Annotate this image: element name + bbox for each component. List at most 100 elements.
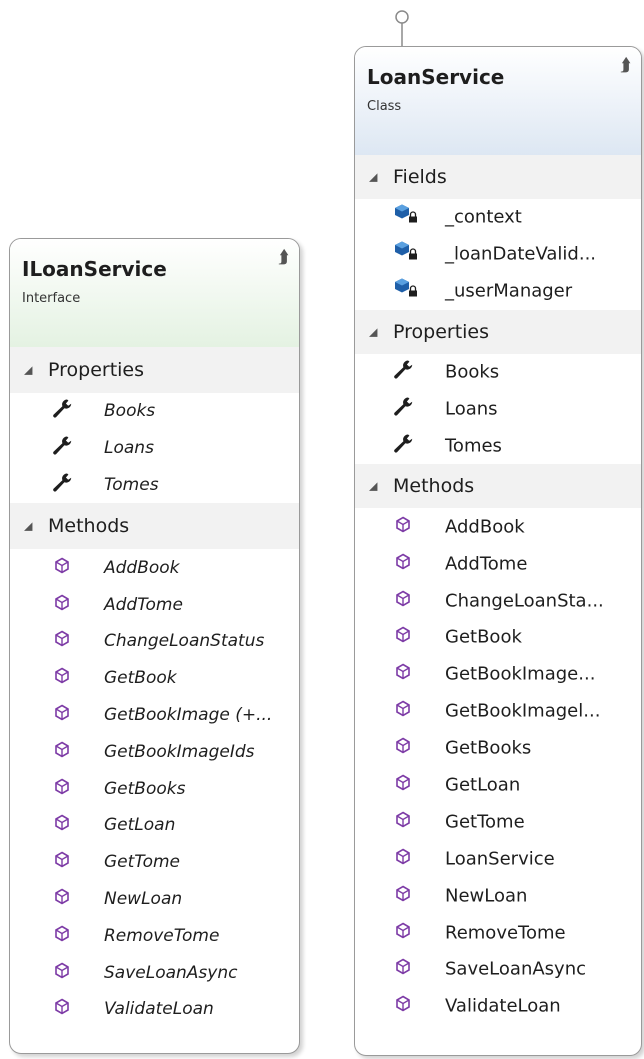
interface-header[interactable]: ILoanService Interface ⮭ <box>10 239 299 347</box>
method-icon <box>54 594 70 615</box>
member-name: _loanDateValid... <box>445 243 597 265</box>
class-section-properties[interactable]: ◢ Properties <box>355 309 641 354</box>
section-label: Properties <box>48 359 145 381</box>
interface-member-row[interactable]: GetBooks <box>10 770 299 807</box>
member-name: GetLoan <box>445 774 521 796</box>
interface-section-properties[interactable]: ◢ Properties <box>10 347 299 393</box>
member-name: _context <box>445 206 522 228</box>
method-icon <box>395 553 411 574</box>
wrench-icon <box>52 399 74 424</box>
class-member-row[interactable]: _loanDateValid... <box>355 236 641 273</box>
class-section-methods[interactable]: ◢ Methods <box>355 464 641 509</box>
interface-member-row[interactable]: AddBook <box>10 549 299 586</box>
interface-member-row[interactable]: AddTome <box>10 586 299 623</box>
member-name: AddBook <box>104 557 180 578</box>
interface-member-row[interactable]: GetBookImageIds <box>10 733 299 770</box>
class-member-row[interactable]: Tomes <box>355 427 641 464</box>
class-name: LoanService <box>367 65 505 89</box>
method-icon <box>54 814 70 836</box>
class-member-row[interactable]: NewLoan <box>355 877 641 914</box>
class-member-row[interactable]: GetBook <box>355 619 641 656</box>
method-icon <box>395 700 411 722</box>
member-name: GetBookImage (+... <box>104 704 273 725</box>
class-section-fields[interactable]: ◢ Fields <box>355 155 641 199</box>
method-icon <box>395 774 411 796</box>
interface-member-row[interactable]: SaveLoanAsync <box>10 954 299 991</box>
class-member-row[interactable]: AddBook <box>355 508 641 545</box>
interface-member-row[interactable]: GetBookImage (+... <box>10 697 299 734</box>
member-name: ValidateLoan <box>104 999 214 1020</box>
interface-member-row[interactable]: GetLoan <box>10 807 299 844</box>
class-member-row[interactable]: LoanService <box>355 840 641 877</box>
class-member-row[interactable]: ValidateLoan <box>355 988 641 1025</box>
class-member-row[interactable]: GetBookImagel... <box>355 693 641 730</box>
class-box-loanservice[interactable]: LoanService Class ⮭ ◢ Fields _context _loan… <box>354 46 642 1056</box>
collapse-chevron-icon[interactable]: ⮭ <box>278 249 289 267</box>
member-name: GetTome <box>445 811 525 833</box>
class-member-row[interactable]: ChangeLoanSta... <box>355 582 641 619</box>
expand-triangle-icon[interactable]: ◢ <box>24 364 32 377</box>
class-member-row[interactable]: _context <box>355 199 641 236</box>
class-member-row[interactable]: Books <box>355 354 641 391</box>
interface-lollipop-icon <box>395 10 409 48</box>
member-name: GetBooks <box>104 778 186 799</box>
class-member-row[interactable]: GetTome <box>355 803 641 840</box>
method-icon <box>54 778 70 799</box>
interface-box-iloanservice[interactable]: ILoanService Interface ⮭ ◢ Properties Book… <box>9 238 300 1054</box>
method-icon <box>395 848 411 869</box>
private-field-icon <box>393 241 419 268</box>
expand-triangle-icon[interactable]: ◢ <box>24 520 32 533</box>
member-name: GetTome <box>104 852 181 873</box>
member-name: GetBooks <box>445 737 532 759</box>
member-name: GetLoan <box>104 815 176 836</box>
interface-section-methods[interactable]: ◢ Methods <box>10 503 299 550</box>
method-icon <box>54 851 70 873</box>
method-icon <box>54 962 70 983</box>
interface-member-row[interactable]: RemoveTome <box>10 917 299 954</box>
member-name: Books <box>445 361 500 383</box>
expand-triangle-icon[interactable]: ◢ <box>369 325 377 338</box>
member-name: ChangeLoanStatus <box>104 631 265 652</box>
private-field-icon <box>393 204 419 231</box>
member-name: Books <box>104 401 156 422</box>
wrench-icon <box>52 472 74 497</box>
member-name: RemoveTome <box>104 925 220 946</box>
method-icon <box>395 663 411 685</box>
class-member-row[interactable]: AddTome <box>355 545 641 582</box>
class-header[interactable]: LoanService Class ⮭ <box>355 47 641 155</box>
interface-member-row[interactable]: Tomes <box>10 467 299 504</box>
interface-member-row[interactable]: ChangeLoanStatus <box>10 623 299 660</box>
method-icon <box>395 590 411 611</box>
section-label: Fields <box>393 166 447 188</box>
class-member-row[interactable]: GetLoan <box>355 767 641 804</box>
private-field-icon <box>393 278 419 305</box>
section-label: Methods <box>48 515 130 538</box>
class-member-row[interactable]: RemoveTome <box>355 914 641 951</box>
member-name: GetBookImageIds <box>104 741 255 762</box>
class-member-row[interactable]: SaveLoanAsync <box>355 951 641 988</box>
expand-triangle-icon[interactable]: ◢ <box>369 171 377 184</box>
interface-member-row[interactable]: NewLoan <box>10 881 299 918</box>
interface-name: ILoanService <box>22 257 167 281</box>
interface-member-row[interactable]: ValidateLoan <box>10 991 299 1028</box>
method-icon <box>54 925 70 946</box>
interface-member-row[interactable]: Loans <box>10 430 299 467</box>
member-name: AddBook <box>445 516 525 538</box>
class-member-row[interactable]: GetBooks <box>355 730 641 767</box>
class-member-row[interactable]: GetBookImage... <box>355 656 641 693</box>
method-icon <box>54 741 70 762</box>
member-name: SaveLoanAsync <box>104 962 238 983</box>
collapse-chevron-icon[interactable]: ⮭ <box>620 57 631 75</box>
wrench-icon <box>393 360 415 385</box>
expand-triangle-icon[interactable]: ◢ <box>369 480 377 493</box>
interface-kind: Interface <box>22 291 81 306</box>
class-member-row[interactable]: Loans <box>355 391 641 428</box>
interface-member-row[interactable]: Books <box>10 393 299 430</box>
interface-member-row[interactable]: GetTome <box>10 844 299 881</box>
method-icon <box>395 627 411 648</box>
class-member-row[interactable]: _userManager <box>355 273 641 310</box>
member-name: GetBookImage... <box>445 663 596 685</box>
method-icon <box>54 704 70 725</box>
method-icon <box>395 811 411 832</box>
interface-member-row[interactable]: GetBook <box>10 660 299 697</box>
